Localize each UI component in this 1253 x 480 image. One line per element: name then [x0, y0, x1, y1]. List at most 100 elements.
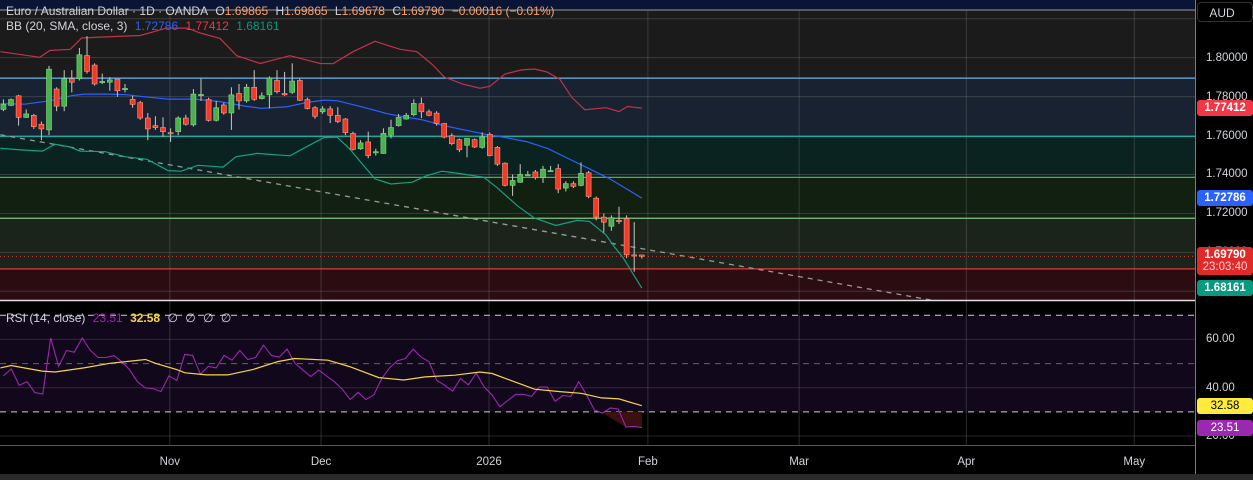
candle-body: [380, 133, 387, 154]
candle-body: [152, 125, 159, 128]
time-label: Nov: [159, 456, 181, 468]
price-badge: 1.68161: [1197, 280, 1253, 297]
candle-body: [532, 171, 539, 179]
candle-body: [122, 88, 128, 90]
candle-body: [15, 95, 22, 118]
candle-body: [99, 81, 105, 83]
candle-body: [8, 99, 14, 106]
candle-body: [84, 55, 90, 72]
open-value: 1.69865: [224, 4, 269, 18]
candle-body: [319, 108, 326, 113]
candle-body: [441, 123, 448, 138]
chart-canvas[interactable]: [0, 0, 1195, 480]
candle: [205, 97, 212, 122]
candle-body: [555, 168, 562, 190]
candle-body: [426, 111, 432, 116]
rsi-extra-value: ∅: [185, 311, 196, 325]
price-tick-label: 1.72000: [1206, 207, 1248, 220]
open-label: O: [215, 4, 225, 18]
candle-body: [228, 94, 235, 114]
candle-body: [350, 133, 356, 150]
candle-body: [418, 103, 425, 113]
candle-body: [395, 117, 402, 126]
candle: [296, 78, 303, 101]
bb-lower-value: 1.68161: [236, 19, 280, 33]
close-value: 1.69790: [401, 4, 445, 18]
candle-body: [258, 95, 265, 99]
rsi-extra-value: ∅: [167, 311, 178, 325]
candle-body: [243, 86, 250, 102]
candle: [190, 89, 197, 127]
bb-legend[interactable]: BB (20, SMA, close, 3) 1.72786 1.77412 1…: [6, 19, 284, 33]
rsi-value: 23.51: [92, 311, 123, 325]
candle: [471, 138, 478, 148]
candle-body: [479, 136, 486, 148]
candle-body: [312, 107, 318, 117]
candle-body: [502, 162, 508, 186]
candle-body: [23, 113, 30, 118]
low-label: L: [334, 4, 342, 18]
candle-body: [562, 183, 569, 189]
currency-button[interactable]: AUD: [1197, 2, 1253, 22]
candle-body: [53, 88, 60, 107]
price-tick-label: 1.80000: [1206, 51, 1248, 64]
price-tick-label: 1.74000: [1206, 168, 1248, 181]
price-axis[interactable]: AUD 1.800001.780001.760001.740001.720001…: [1195, 0, 1253, 480]
candle: [350, 131, 356, 151]
candle-body: [388, 127, 394, 136]
candle: [555, 164, 562, 194]
candle-body: [61, 78, 68, 107]
candle-body: [38, 123, 45, 130]
candle: [502, 162, 508, 187]
candle-body: [198, 94, 204, 96]
candle-body: [91, 64, 98, 85]
rsi-tick-label: 60.00: [1206, 333, 1235, 346]
candle-body: [448, 135, 455, 145]
change-value: −0.00016 (−0.01%): [451, 4, 555, 18]
candle-body: [608, 217, 615, 227]
candle-body: [236, 93, 242, 102]
candle-body: [585, 172, 592, 197]
candle: [623, 215, 630, 259]
candle-body: [578, 172, 584, 186]
candle-body: [600, 216, 607, 223]
candle-body: [464, 138, 470, 146]
candle-body: [183, 117, 189, 125]
candle-body: [471, 139, 478, 148]
candle-body: [494, 147, 501, 165]
price-badge: 1.72786: [1197, 190, 1253, 207]
candle-body: [213, 107, 219, 121]
rsi-legend[interactable]: RSI (14, close) 23.51 32.58 ∅ ∅ ∅ ∅: [6, 311, 235, 325]
candle-body: [372, 151, 379, 154]
candle: [137, 100, 143, 120]
candle-body: [137, 102, 143, 119]
candle-body: [334, 114, 341, 122]
candle-body: [486, 134, 493, 156]
candle: [304, 97, 311, 110]
bb-upper-value: 1.77412: [185, 19, 229, 33]
candle: [593, 196, 600, 221]
countdown-timer: 23:03:40: [1202, 261, 1248, 274]
candle-body: [129, 99, 136, 105]
bottom-scrollbar[interactable]: [0, 474, 1253, 480]
candle-body: [281, 93, 288, 96]
low-value: 1.69678: [341, 4, 385, 18]
candle-body: [547, 170, 554, 173]
high-value: 1.69865: [284, 4, 328, 18]
candle: [8, 98, 14, 107]
rsi-label: RSI (14, close): [6, 311, 86, 325]
candle-body: [107, 79, 113, 83]
candle-body: [623, 218, 630, 256]
price-tick-label: 1.76000: [1206, 129, 1248, 142]
symbol-title[interactable]: Euro / Australian Dollar · 1D · OANDA: [6, 4, 208, 18]
bb-label: BB (20, SMA, close, 3): [6, 19, 128, 33]
candle-body: [327, 108, 334, 116]
candle: [46, 65, 52, 136]
candle-body: [570, 183, 577, 187]
price-zones: [0, 10, 1195, 300]
candle-body: [456, 139, 463, 151]
price-badge: 1.69790 23:03:40: [1197, 247, 1253, 276]
candle-body: [167, 132, 174, 135]
candle-body: [342, 118, 349, 133]
symbol-legend: Euro / Australian Dollar · 1D · OANDA O1…: [6, 4, 558, 18]
